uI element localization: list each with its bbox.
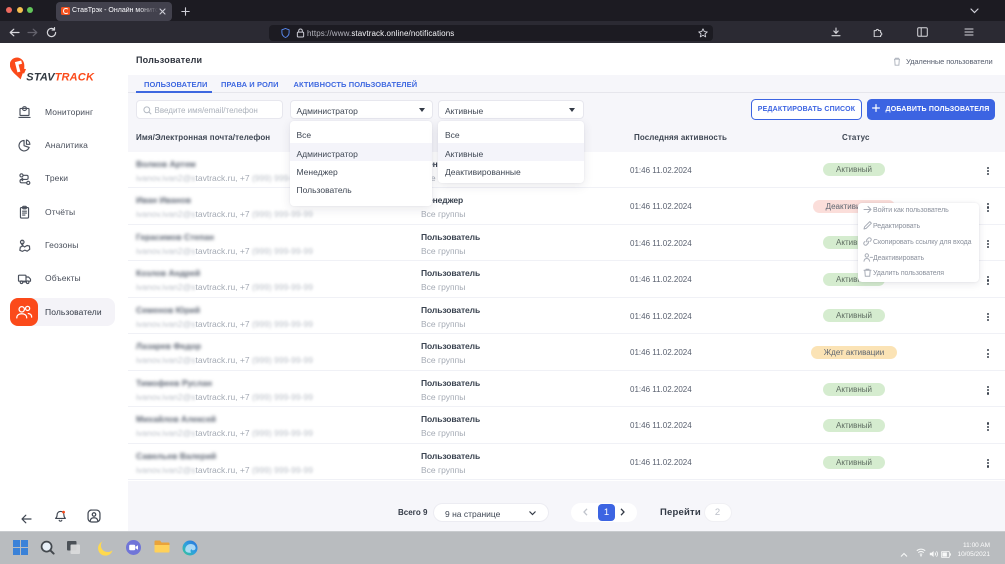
svg-text:TRACK: TRACK: [55, 72, 95, 83]
svg-text:STAV: STAV: [26, 72, 56, 83]
